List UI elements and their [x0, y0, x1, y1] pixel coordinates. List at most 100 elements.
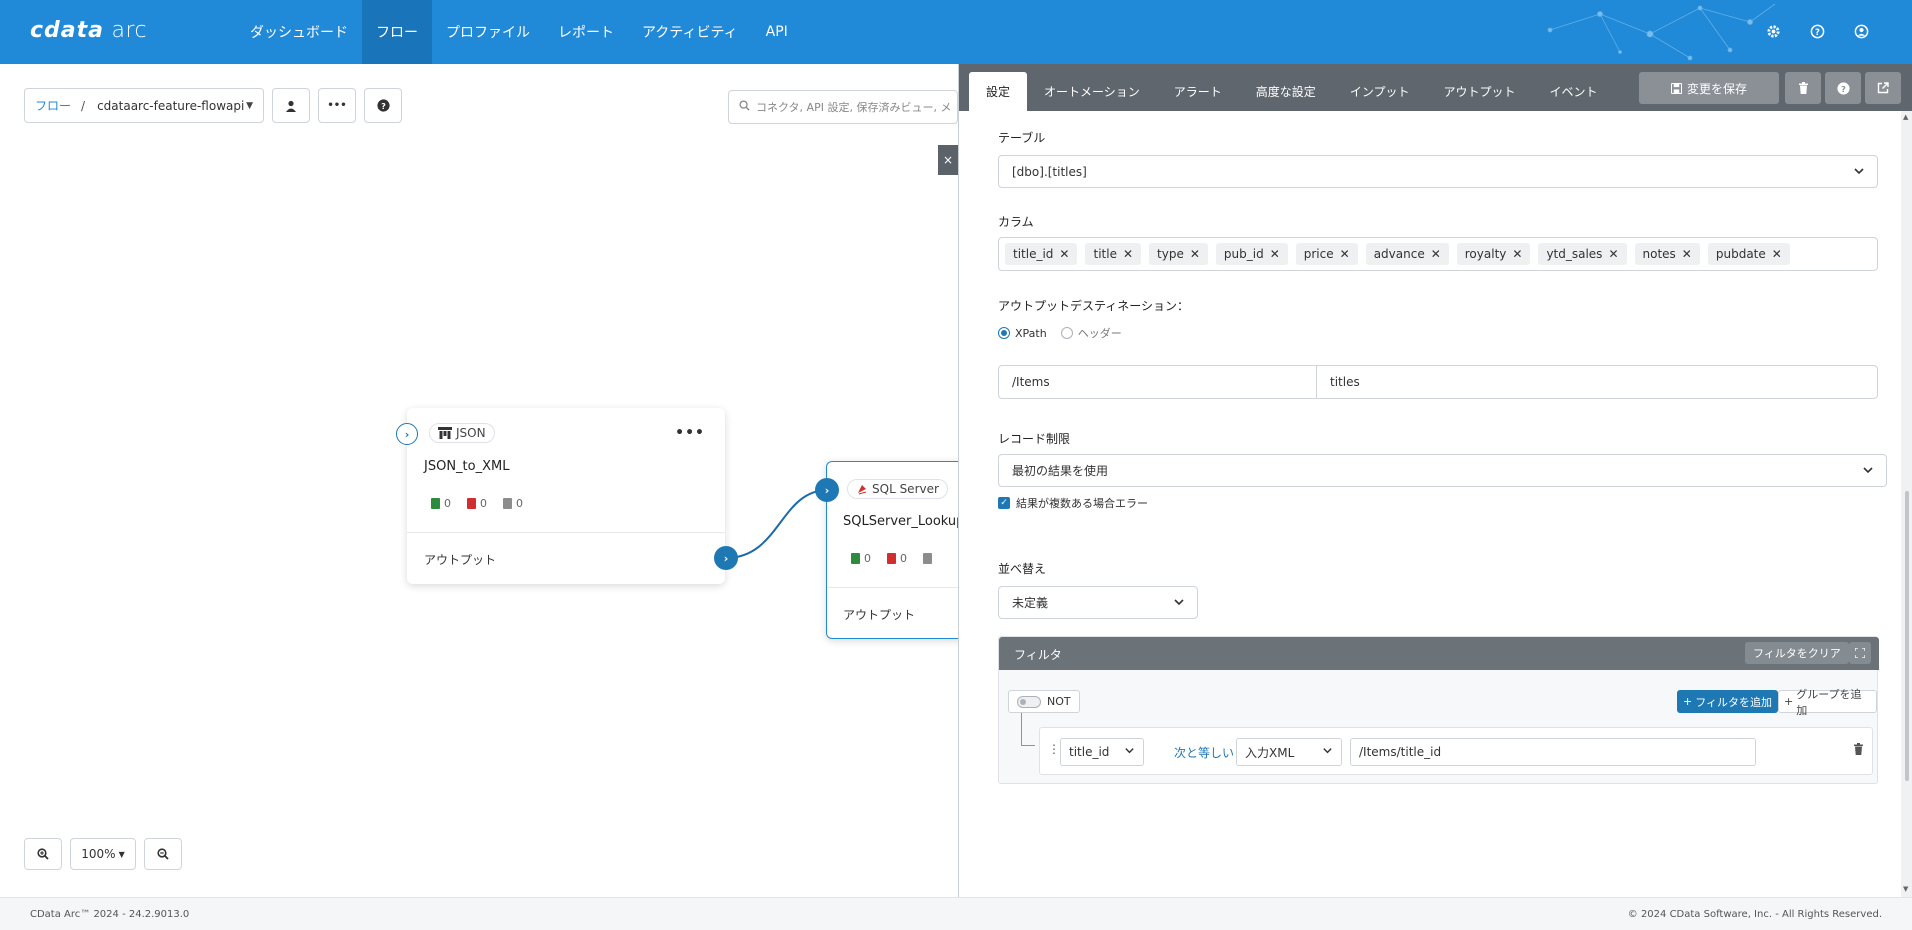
column-chip[interactable]: price ✕ [1295, 243, 1358, 265]
flow-node-json[interactable]: › JSON ••• JSON_to_XML 0 0 0 アウトプット › [396, 408, 738, 584]
add-filter-button[interactable]: + フィルタを追加 [1677, 690, 1778, 713]
filter-panel: フィルタ フィルタをクリア NOT + フィルタを追加 + グループを追加 ⋮⋮ t… [998, 636, 1879, 784]
panel-scrollbar[interactable]: ▲ ▼ [1901, 111, 1912, 897]
tree-connector [1021, 713, 1035, 746]
file-success-icon [851, 553, 860, 564]
remove-icon[interactable]: ✕ [1682, 247, 1692, 261]
file-error-icon [887, 553, 896, 564]
remove-icon[interactable]: ✕ [1190, 247, 1200, 261]
column-chip[interactable]: pubdate ✕ [1707, 243, 1790, 265]
help-button[interactable]: ? [1825, 72, 1861, 104]
tab-output[interactable]: アウトプット [1426, 72, 1532, 111]
column-chip[interactable]: pub_id ✕ [1215, 243, 1288, 265]
sort-select[interactable]: 未定義 [998, 586, 1198, 619]
node-title: SQLServer_Lookup [843, 514, 965, 529]
table-select[interactable]: [dbo].[titles] [998, 155, 1878, 188]
tab-automation[interactable]: オートメーション [1027, 72, 1157, 111]
help-icon[interactable]: ? [1806, 20, 1828, 42]
xpath-path-input[interactable]: /Items [999, 366, 1317, 398]
trash-icon [1798, 82, 1808, 94]
tab-alerts[interactable]: アラート [1157, 72, 1239, 111]
panel-tabs: 設定 オートメーション アラート 高度な設定 インプット アウトプット イベント [969, 72, 1614, 111]
toggle-switch-icon[interactable] [1017, 695, 1041, 708]
tab-advanced[interactable]: 高度な設定 [1239, 72, 1333, 111]
filter-operator-link[interactable]: 次と等しい [1174, 744, 1234, 761]
not-toggle[interactable]: NOT [1008, 690, 1080, 713]
scroll-down-icon[interactable]: ▼ [1903, 885, 1908, 893]
popout-button[interactable] [1865, 72, 1901, 104]
chevron-down-icon [1862, 464, 1874, 479]
json-icon [438, 427, 452, 439]
save-icon [1670, 82, 1682, 94]
zoom-level-select[interactable]: 100% ▼ [70, 838, 136, 870]
expand-icon[interactable] [1849, 642, 1871, 664]
chevron-down-icon [1322, 745, 1333, 759]
filter-header: フィルタ フィルタをクリア [999, 637, 1879, 670]
tab-input[interactable]: インプット [1333, 72, 1427, 111]
output-label: アウトプット [843, 608, 916, 622]
input-port-icon[interactable]: › [396, 423, 418, 445]
output-port-icon[interactable]: › [714, 546, 738, 570]
footer: CData Arc™ 2024 - 24.2.9013.0 © 2024 CDa… [0, 897, 1912, 930]
connector-type-badge: JSON [429, 423, 495, 443]
trash-icon[interactable] [1853, 743, 1864, 758]
remove-icon[interactable]: ✕ [1270, 247, 1280, 261]
external-link-icon [1877, 82, 1889, 94]
column-chip[interactable]: notes ✕ [1634, 243, 1700, 265]
radio-xpath[interactable]: XPath [998, 327, 1047, 340]
tab-settings[interactable]: 設定 [969, 72, 1028, 111]
radio-unselected-icon [1060, 327, 1073, 339]
remove-icon[interactable]: ✕ [1772, 247, 1782, 261]
input-port-icon[interactable]: › [815, 478, 839, 502]
pending-count: 0 [503, 497, 523, 510]
remove-icon[interactable]: ✕ [1340, 247, 1350, 261]
node-title: JSON_to_XML [424, 459, 510, 474]
filter-source-select[interactable]: 入力XML [1236, 738, 1342, 766]
scrollbar-thumb[interactable] [1905, 491, 1909, 781]
columns-multiselect[interactable]: title_id ✕ title ✕ type ✕ pub_id ✕ price ✕ ad… [998, 237, 1878, 271]
panel-header: 設定 オートメーション アラート 高度な設定 インプット アウトプット イベント… [959, 64, 1912, 111]
column-chip[interactable]: advance ✕ [1365, 243, 1449, 265]
svg-text:?: ? [1815, 26, 1820, 36]
error-on-multiple-checkbox[interactable]: ✓ 結果が複数ある場合エラー [998, 495, 1148, 511]
sqlserver-icon [858, 485, 867, 495]
column-chip[interactable]: royalty ✕ [1456, 243, 1531, 265]
node-menu-icon[interactable]: ••• [675, 425, 705, 441]
remove-icon[interactable]: ✕ [1608, 247, 1618, 261]
column-chip[interactable]: title_id ✕ [1005, 243, 1078, 265]
delete-button[interactable] [1785, 72, 1821, 104]
remove-icon[interactable]: ✕ [1512, 247, 1522, 261]
zoom-out-button[interactable] [144, 838, 182, 870]
record-limit-select[interactable]: 最初の結果を使用 [998, 454, 1887, 487]
scroll-up-icon[interactable]: ▲ [1903, 113, 1908, 121]
user-icon[interactable] [1850, 20, 1872, 42]
divider [407, 532, 725, 533]
gear-icon[interactable] [1762, 20, 1784, 42]
remove-icon[interactable]: ✕ [1059, 247, 1069, 261]
save-changes-button[interactable]: 変更を保存 [1639, 72, 1779, 104]
add-group-button[interactable]: + グループを追加 [1778, 688, 1877, 717]
tab-events[interactable]: イベント [1532, 72, 1614, 111]
zoom-out-icon [157, 848, 169, 860]
remove-icon[interactable]: ✕ [1431, 247, 1441, 261]
radio-header[interactable]: ヘッダー [1060, 325, 1122, 341]
radio-selected-icon [998, 327, 1010, 339]
column-chip[interactable]: type ✕ [1149, 243, 1208, 265]
flow-node-sqlserver[interactable]: SQL Server SQLServer_Lookup 0 0 アウトプット [826, 461, 966, 639]
clear-filter-button[interactable]: フィルタをクリア [1745, 642, 1849, 664]
remove-icon[interactable]: ✕ [1123, 247, 1133, 261]
filter-field-select[interactable]: title_id [1060, 738, 1144, 766]
filter-value-input[interactable]: /Items/title_id [1350, 738, 1756, 766]
record-limit-label: レコード制限 [998, 432, 1071, 446]
filter-title: フィルタ [1014, 648, 1062, 662]
plus-icon: + [1683, 695, 1693, 708]
file-pending-icon [923, 553, 932, 564]
column-chip[interactable]: title ✕ [1085, 243, 1142, 265]
column-chip[interactable]: ytd_sales ✕ [1538, 243, 1627, 265]
xpath-element-input[interactable]: titles [1317, 366, 1373, 398]
zoom-in-button[interactable] [24, 838, 62, 870]
version-text: CData Arc™ 2024 - 24.2.9013.0 [30, 909, 190, 920]
filter-rule-row: ⋮⋮ title_id 次と等しい 入力XML /Items/title_id [1039, 727, 1873, 775]
output-destination-label: アウトプットデスティネーション： [998, 299, 1190, 313]
table-label: テーブル [998, 131, 1046, 145]
